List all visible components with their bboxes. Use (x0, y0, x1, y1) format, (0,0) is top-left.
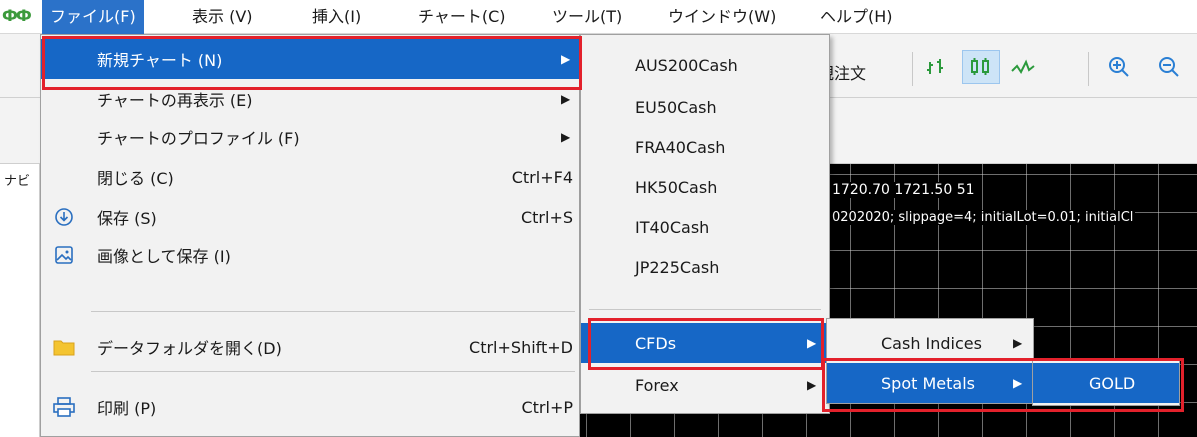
menu-item-label: 印刷 (P) (97, 399, 157, 418)
symbol-item[interactable]: EU50Cash (581, 87, 829, 127)
menu-item-save[interactable]: 保存 (S) Ctrl+S (41, 197, 579, 237)
menu-chart[interactable]: チャート(C) (410, 0, 514, 34)
menu-item-save-as-image[interactable]: 画像として保存 (I) (41, 235, 579, 275)
menu-item-open-data-folder[interactable]: データフォルダを開く(D) Ctrl+Shift+D (41, 327, 579, 367)
menu-item-label: チャートのプロファイル (F) (97, 129, 300, 148)
submenu-arrow-icon: ▶ (561, 92, 571, 106)
annotation-box-cfds (588, 318, 824, 370)
menu-separator (91, 371, 575, 372)
zoom-in-icon[interactable] (1100, 50, 1138, 84)
menu-item-chart-profile[interactable]: チャートのプロファイル (F) ▶ (41, 117, 579, 157)
symbol-label: HK50Cash (635, 177, 718, 197)
menu-item-label: 閉じる (C) (97, 169, 174, 188)
menu-item-label: データフォルダを開く(D) (97, 339, 282, 358)
annotation-box-spot-metals-gold (822, 358, 1184, 412)
navigator-panel: ナビ (0, 164, 40, 437)
line-chart-icon[interactable] (1004, 50, 1042, 84)
symbol-label: FRA40Cash (635, 137, 726, 157)
folder-icon (53, 336, 75, 358)
submenu-item-forex[interactable]: Forex ▶ (581, 365, 829, 405)
submenu-item-label: Forex (635, 375, 679, 395)
toolbar-separator (1088, 52, 1089, 86)
menu-insert[interactable]: 挿入(I) (304, 0, 369, 34)
symbol-item[interactable]: JP225Cash (581, 247, 829, 287)
symbol-item[interactable]: AUS200Cash (581, 45, 829, 85)
candlestick-icon[interactable] (962, 50, 1000, 84)
menu-item-shortcut: Ctrl+F4 (511, 167, 573, 187)
bar-chart-icon[interactable] (920, 50, 958, 84)
annotation-box-new-chart (42, 36, 582, 90)
symbol-label: JP225Cash (635, 257, 720, 277)
menu-item-print[interactable]: 印刷 (P) Ctrl+P (41, 387, 579, 427)
menu-item-shortcut: Ctrl+Shift+D (469, 337, 573, 357)
menu-view[interactable]: 表示 (V) (184, 0, 261, 34)
save-icon (53, 206, 75, 228)
symbol-label: EU50Cash (635, 97, 717, 117)
chart-price-info: 1720.70 1721.50 51 (830, 182, 977, 198)
symbol-item[interactable]: IT40Cash (581, 207, 829, 247)
navigator-tab[interactable]: ナビ (4, 170, 30, 189)
symbol-item[interactable]: FRA40Cash (581, 127, 829, 167)
menu-separator (589, 309, 821, 310)
menu-tools[interactable]: ツール(T) (544, 0, 630, 34)
menu-item-label: チャートの再表示 (E) (97, 91, 253, 110)
print-icon (53, 396, 75, 418)
submenu-arrow-icon: ▶ (561, 130, 571, 144)
menu-file[interactable]: ファイル(F) (42, 0, 144, 34)
menu-item-shortcut: Ctrl+P (521, 397, 573, 417)
menu-help[interactable]: ヘルプ(H) (812, 0, 901, 34)
submenu-arrow-icon: ▶ (1013, 336, 1023, 350)
submenu-item-cash-indices[interactable]: Cash Indices ▶ (827, 323, 1033, 363)
image-icon (53, 244, 75, 266)
menu-item-close[interactable]: 閉じる (C) Ctrl+F4 (41, 157, 579, 197)
app-logo-icon: ФФ (2, 6, 32, 25)
symbol-label: IT40Cash (635, 217, 710, 237)
submenu-arrow-icon: ▶ (807, 378, 817, 392)
menu-item-shortcut: Ctrl+S (520, 207, 573, 227)
menu-separator (91, 311, 575, 312)
zoom-out-icon[interactable] (1150, 50, 1188, 84)
toolbar-separator (912, 52, 913, 86)
symbol-item[interactable]: HK50Cash (581, 167, 829, 207)
symbol-label: AUS200Cash (635, 55, 738, 75)
menu-window[interactable]: ウインドウ(W) (660, 0, 784, 34)
menu-item-label: 保存 (S) (97, 209, 157, 228)
chart-ea-params: 0202020; slippage=4; initialLot=0.01; in… (830, 210, 1136, 225)
file-menu: 新規チャート (N) ▶ チャートの再表示 (E) ▶ チャートのプロファイル … (40, 34, 580, 437)
menu-bar: ФФ ファイル(F) 表示 (V) 挿入(I) チャート(C) ツール(T) ウ… (0, 0, 1197, 34)
submenu-item-label: Cash Indices (881, 333, 982, 353)
menu-item-label: 画像として保存 (I) (97, 247, 231, 266)
